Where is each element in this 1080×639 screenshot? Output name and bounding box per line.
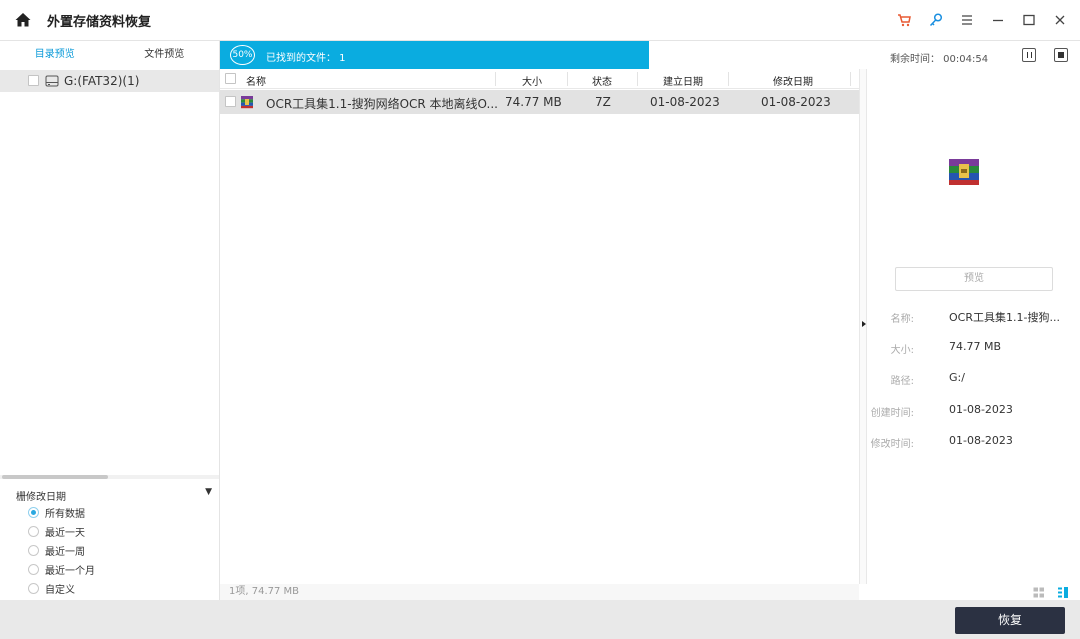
column-divider xyxy=(567,72,568,86)
filter-option-label: 最近一天 xyxy=(45,527,85,539)
detail-key: 修改时间: xyxy=(870,439,914,450)
detail-size: 大小: 74.77 MB xyxy=(872,340,1072,356)
detail-created: 创建时间: 01-08-2023 xyxy=(870,403,1072,419)
pause-button[interactable] xyxy=(1022,48,1036,62)
scrollbar-thumb[interactable] xyxy=(2,475,108,479)
scan-progress-bar: 50% 已找到的文件： 1 xyxy=(220,41,649,69)
filter-option-label: 最近一周 xyxy=(45,546,85,558)
pause-icon xyxy=(1026,52,1032,58)
filter-option-label: 自定义 xyxy=(45,584,75,596)
row-checkbox[interactable] xyxy=(225,96,236,107)
radio[interactable] xyxy=(28,544,39,556)
horizontal-scrollbar[interactable] xyxy=(0,475,219,479)
maximize-icon[interactable] xyxy=(1019,10,1039,30)
column-divider xyxy=(637,72,638,86)
title-bar: 外置存储资料恢复 xyxy=(0,0,1080,41)
column-status[interactable]: 状态 xyxy=(592,73,612,88)
file-table-header: 名称 大小 状态 建立日期 修改日期 xyxy=(220,69,859,89)
detail-value: OCR工具集1.1-搜狗... xyxy=(949,311,1060,324)
progress-percent: 50% xyxy=(230,45,255,65)
panel-splitter[interactable] xyxy=(859,69,867,584)
cart-icon[interactable] xyxy=(894,10,914,30)
filter-title: 栅修改日期 xyxy=(16,492,66,503)
key-icon[interactable] xyxy=(926,10,946,30)
filter-option-week[interactable]: 最近一周 xyxy=(28,542,85,558)
radio[interactable] xyxy=(28,563,39,575)
column-modified[interactable]: 修改日期 xyxy=(773,73,813,88)
filter-option-all[interactable]: 所有数据 xyxy=(28,504,85,520)
file-name: OCR工具集1.1-搜狗网络OCR 本地离线O... xyxy=(266,97,498,111)
menu-icon[interactable] xyxy=(957,10,977,30)
detail-value: 01-08-2023 xyxy=(949,434,1013,447)
filter-option-label: 所有数据 xyxy=(45,508,85,520)
detail-value: G:/ xyxy=(949,371,965,384)
select-all-checkbox[interactable] xyxy=(225,73,236,84)
minimize-icon[interactable] xyxy=(988,10,1008,30)
column-created[interactable]: 建立日期 xyxy=(663,73,703,88)
bottom-bar: 恢复 xyxy=(0,600,1080,639)
filter-option-custom[interactable]: 自定义 xyxy=(28,580,75,596)
column-divider xyxy=(495,72,496,86)
found-count: 已找到的文件： 1 xyxy=(266,53,346,64)
file-status: 7Z xyxy=(595,95,611,109)
detail-name: 名称: OCR工具集1.1-搜狗... xyxy=(872,309,1072,325)
tree-item-drive[interactable]: G:(FAT32)(1) xyxy=(0,70,219,92)
left-panel: 目录预览 文件预览 G:(FAT32)(1) 栅修改日期 ▼ 所有数据 最近一天 xyxy=(0,41,220,600)
list-view-icon[interactable] xyxy=(1058,587,1070,598)
radio[interactable] xyxy=(28,525,39,537)
tab-directory-preview[interactable]: 目录预览 xyxy=(0,41,110,69)
preview-button[interactable]: 预览 xyxy=(895,267,1053,291)
selection-summary: 1项, 74.77 MB xyxy=(220,584,859,600)
tree-item-label: G:(FAT32)(1) xyxy=(64,74,140,88)
app-title: 外置存储资料恢复 xyxy=(47,15,152,30)
recover-button[interactable]: 恢复 xyxy=(955,607,1065,634)
archive-file-icon xyxy=(241,96,253,109)
view-tabs: 目录预览 文件预览 xyxy=(0,41,219,69)
tree-item-checkbox[interactable] xyxy=(28,75,39,86)
detail-key: 路径: xyxy=(890,376,914,387)
chevron-down-icon[interactable]: ▼ xyxy=(205,487,212,497)
collapse-arrow-icon[interactable] xyxy=(862,321,866,327)
stop-icon xyxy=(1058,52,1064,58)
remaining-time: 剩余时间： 00:04:54 xyxy=(890,54,989,65)
file-size: 74.77 MB xyxy=(505,95,562,109)
detail-key: 名称: xyxy=(890,314,914,325)
grid-view-icon[interactable] xyxy=(1033,587,1045,598)
table-row[interactable]: OCR工具集1.1-搜狗网络OCR 本地离线O... 74.77 MB 7Z 0… xyxy=(220,90,859,114)
detail-value: 01-08-2023 xyxy=(949,403,1013,416)
radio[interactable] xyxy=(28,582,39,594)
radio-selected[interactable] xyxy=(28,506,39,518)
tab-file-preview[interactable]: 文件预览 xyxy=(110,41,220,69)
column-size[interactable]: 大小 xyxy=(522,73,542,88)
detail-key: 大小: xyxy=(890,345,914,356)
archive-preview-icon xyxy=(949,159,979,185)
detail-value: 74.77 MB xyxy=(949,340,1002,353)
stop-button[interactable] xyxy=(1054,48,1068,62)
filter-header[interactable]: 栅修改日期 ▼ xyxy=(16,487,212,503)
close-icon[interactable] xyxy=(1050,10,1070,30)
column-name[interactable]: 名称 xyxy=(246,73,266,88)
detail-modified: 修改时间: 01-08-2023 xyxy=(870,434,1072,450)
detail-key: 创建时间: xyxy=(870,408,914,419)
file-created: 01-08-2023 xyxy=(650,95,720,109)
filter-option-label: 最近一个月 xyxy=(45,565,95,577)
file-modified: 01-08-2023 xyxy=(761,95,831,109)
column-divider xyxy=(850,72,851,86)
app-window: 外置存储资料恢复 目录预览 文件预览 G:(FAT32)(1) 栅修改日期 ▼ … xyxy=(0,0,1080,639)
column-divider xyxy=(728,72,729,86)
filter-option-day[interactable]: 最近一天 xyxy=(28,523,85,539)
home-icon[interactable] xyxy=(14,11,32,29)
detail-path: 路径: G:/ xyxy=(872,371,1072,387)
drive-icon xyxy=(45,75,59,87)
filter-option-month[interactable]: 最近一个月 xyxy=(28,561,95,577)
